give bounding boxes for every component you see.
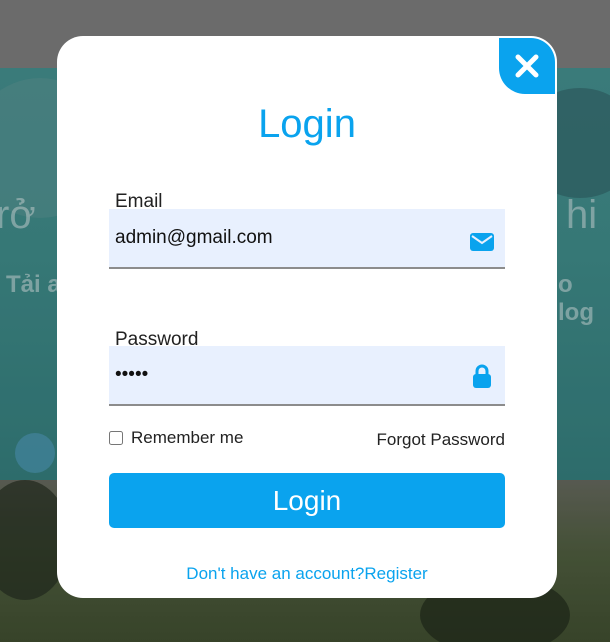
- forgot-password-link[interactable]: Forgot Password: [377, 430, 506, 450]
- envelope-icon: [470, 233, 494, 251]
- password-input[interactable]: [115, 346, 455, 404]
- register-prompt: Don't have an account?Register: [57, 564, 557, 584]
- email-input[interactable]: [115, 209, 455, 267]
- close-button[interactable]: [499, 38, 555, 94]
- password-field-container: [109, 346, 505, 406]
- login-modal: Login Email Password Remember me Forgot …: [57, 36, 557, 598]
- login-button[interactable]: Login: [109, 473, 505, 528]
- register-prompt-text: Don't have an account?: [186, 564, 365, 583]
- register-link[interactable]: Register: [364, 564, 427, 583]
- close-icon: [515, 54, 539, 78]
- remember-me-label: Remember me: [131, 428, 244, 447]
- modal-title: Login: [258, 102, 356, 146]
- email-field-container: [109, 209, 505, 269]
- remember-me-checkbox[interactable]: [109, 431, 123, 445]
- remember-me[interactable]: Remember me: [109, 428, 243, 448]
- lock-icon: [473, 364, 491, 388]
